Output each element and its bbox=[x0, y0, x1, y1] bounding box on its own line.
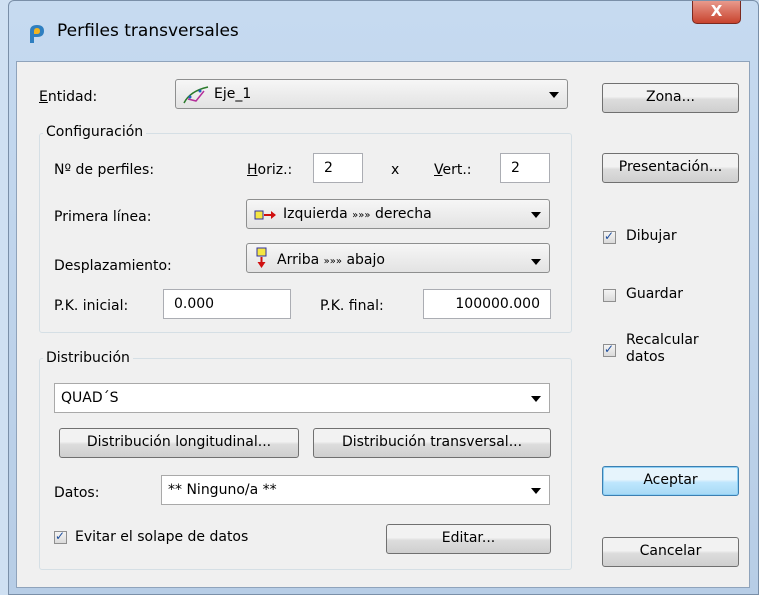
chevron-down-icon bbox=[531, 396, 541, 402]
app-logo-icon bbox=[30, 25, 44, 43]
vert-label: Vert.: bbox=[434, 162, 472, 178]
top-to-bottom-icon bbox=[256, 247, 267, 268]
dialog-window: Perfiles transversales X Entidad: Eje_1 … bbox=[8, 0, 759, 595]
guardar-checkbox[interactable] bbox=[603, 289, 616, 302]
evitar-solape-label[interactable]: Evitar el solape de datos bbox=[75, 529, 248, 545]
pk-inicial-label: P.K. inicial: bbox=[54, 298, 129, 314]
zona-button[interactable]: Zona... bbox=[602, 83, 739, 113]
x-separator: x bbox=[391, 162, 400, 178]
close-button[interactable]: X bbox=[692, 1, 741, 24]
entidad-label: Entidad: bbox=[39, 89, 98, 105]
distribucion-longitudinal-button[interactable]: Distribución longitudinal... bbox=[59, 428, 299, 458]
chevron-down-icon bbox=[549, 92, 559, 98]
distribucion-title: Distribución bbox=[43, 350, 133, 366]
datos-label: Datos: bbox=[54, 485, 100, 501]
guardar-label[interactable]: Guardar bbox=[626, 286, 683, 302]
entidad-combo[interactable]: Eje_1 bbox=[175, 79, 568, 109]
entidad-value: Eje_1 bbox=[214, 86, 252, 102]
aceptar-button[interactable]: Aceptar bbox=[602, 466, 739, 496]
dialog-body: Entidad: Eje_1 Configuración Nº de perfi… bbox=[16, 61, 750, 588]
recalcular-label-line1[interactable]: Recalcular bbox=[626, 332, 699, 348]
pk-inicial-input[interactable]: 0.000 bbox=[163, 289, 291, 319]
cancelar-button[interactable]: Cancelar bbox=[602, 537, 739, 567]
primera-linea-value-a: Izquierda bbox=[283, 206, 348, 222]
checkmark-icon: ✓ bbox=[604, 229, 615, 243]
desplazamiento-value-a: Arriba bbox=[277, 252, 320, 268]
datos-value: ** Ninguno/a ** bbox=[168, 482, 277, 498]
window-title: Perfiles transversales bbox=[57, 21, 239, 41]
close-icon: X bbox=[710, 2, 723, 20]
dibujar-label[interactable]: Dibujar bbox=[626, 228, 677, 244]
horiz-input[interactable]: 2 bbox=[313, 153, 363, 183]
datos-combo[interactable]: ** Ninguno/a ** bbox=[161, 475, 550, 505]
checkmark-icon: ✓ bbox=[604, 342, 615, 356]
configuracion-title: Configuración bbox=[43, 124, 147, 140]
evitar-solape-checkbox[interactable]: ✓ bbox=[54, 529, 67, 544]
distribucion-value: QUAD´S bbox=[61, 390, 119, 406]
dibujar-checkbox[interactable]: ✓ bbox=[603, 229, 616, 244]
axis-line-icon bbox=[183, 86, 209, 104]
pk-final-input[interactable]: 100000.000 bbox=[423, 289, 551, 319]
recalcular-checkbox[interactable]: ✓ bbox=[603, 342, 616, 357]
presentacion-button[interactable]: Presentación... bbox=[602, 153, 739, 183]
num-perfiles-label: Nº de perfiles: bbox=[54, 162, 155, 178]
vert-input[interactable]: 2 bbox=[500, 153, 550, 183]
distribucion-combo[interactable]: QUAD´S bbox=[54, 383, 550, 413]
horiz-label: Horiz.: bbox=[247, 162, 293, 178]
checkmark-icon: ✓ bbox=[55, 529, 66, 543]
primera-linea-label: Primera línea: bbox=[54, 209, 152, 225]
primera-linea-combo[interactable]: Izquierda »»» derecha bbox=[246, 199, 550, 229]
chevron-down-icon bbox=[531, 259, 541, 265]
title-bar[interactable]: Perfiles transversales X bbox=[9, 1, 758, 61]
desplazamiento-combo[interactable]: Arriba »»» abajo bbox=[246, 243, 550, 273]
distribucion-transversal-button[interactable]: Distribución transversal... bbox=[313, 428, 551, 458]
chevron-down-icon bbox=[531, 212, 541, 218]
recalcular-label-line2[interactable]: datos bbox=[626, 349, 665, 365]
chevron-down-icon bbox=[531, 488, 541, 494]
desplazamiento-label: Desplazamiento: bbox=[54, 258, 172, 274]
editar-button[interactable]: Editar... bbox=[386, 524, 551, 554]
left-to-right-icon bbox=[254, 210, 276, 220]
pk-final-label: P.K. final: bbox=[320, 298, 384, 314]
